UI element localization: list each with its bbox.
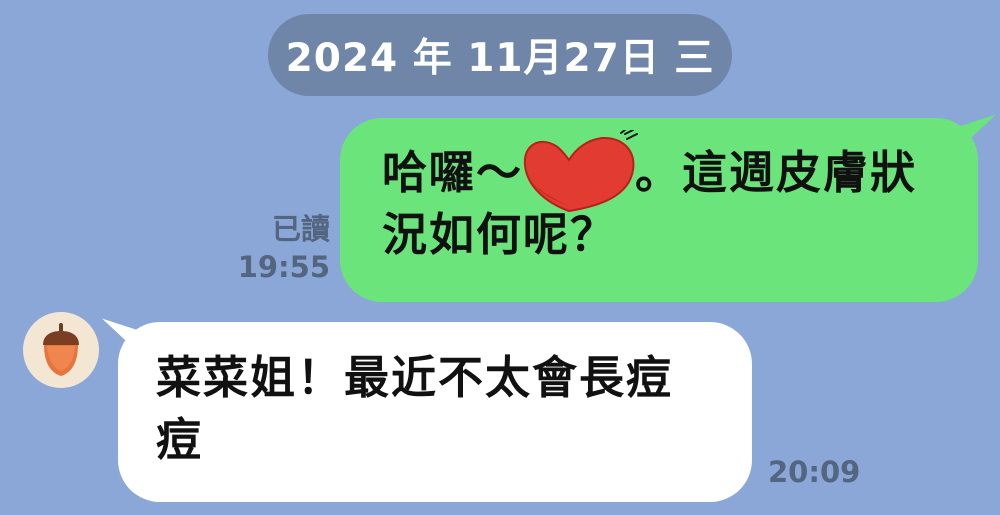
- outgoing-text-before: 哈囉～: [382, 146, 524, 199]
- date-separator-label: 2024 年 11月27日 三: [285, 36, 715, 81]
- read-receipt: 已讀: [271, 212, 330, 246]
- outgoing-time: 19:55: [237, 250, 330, 284]
- outgoing-message-meta: 已讀 19:55: [222, 210, 330, 286]
- chat-room: 2024 年 11月27日 三 哈囉～ 。這週皮膚狀況如何呢？ 已讀 19:55: [0, 0, 1000, 515]
- incoming-bubble[interactable]: 菜菜姐！最近不太會長痘痘: [118, 322, 752, 502]
- acorn-icon: [43, 322, 79, 376]
- date-separator: 2024 年 11月27日 三: [268, 14, 732, 96]
- incoming-message[interactable]: 菜菜姐！最近不太會長痘痘: [102, 318, 758, 502]
- sender-avatar[interactable]: [23, 312, 99, 388]
- outgoing-message[interactable]: 哈囉～ 。這週皮膚狀況如何呢？: [340, 114, 996, 302]
- outgoing-bubble[interactable]: 哈囉～ 。這週皮膚狀況如何呢？: [340, 118, 978, 302]
- red-heart-icon: [523, 130, 639, 213]
- incoming-time: 20:09: [768, 455, 861, 489]
- incoming-text: 菜菜姐！最近不太會長痘痘: [156, 351, 674, 466]
